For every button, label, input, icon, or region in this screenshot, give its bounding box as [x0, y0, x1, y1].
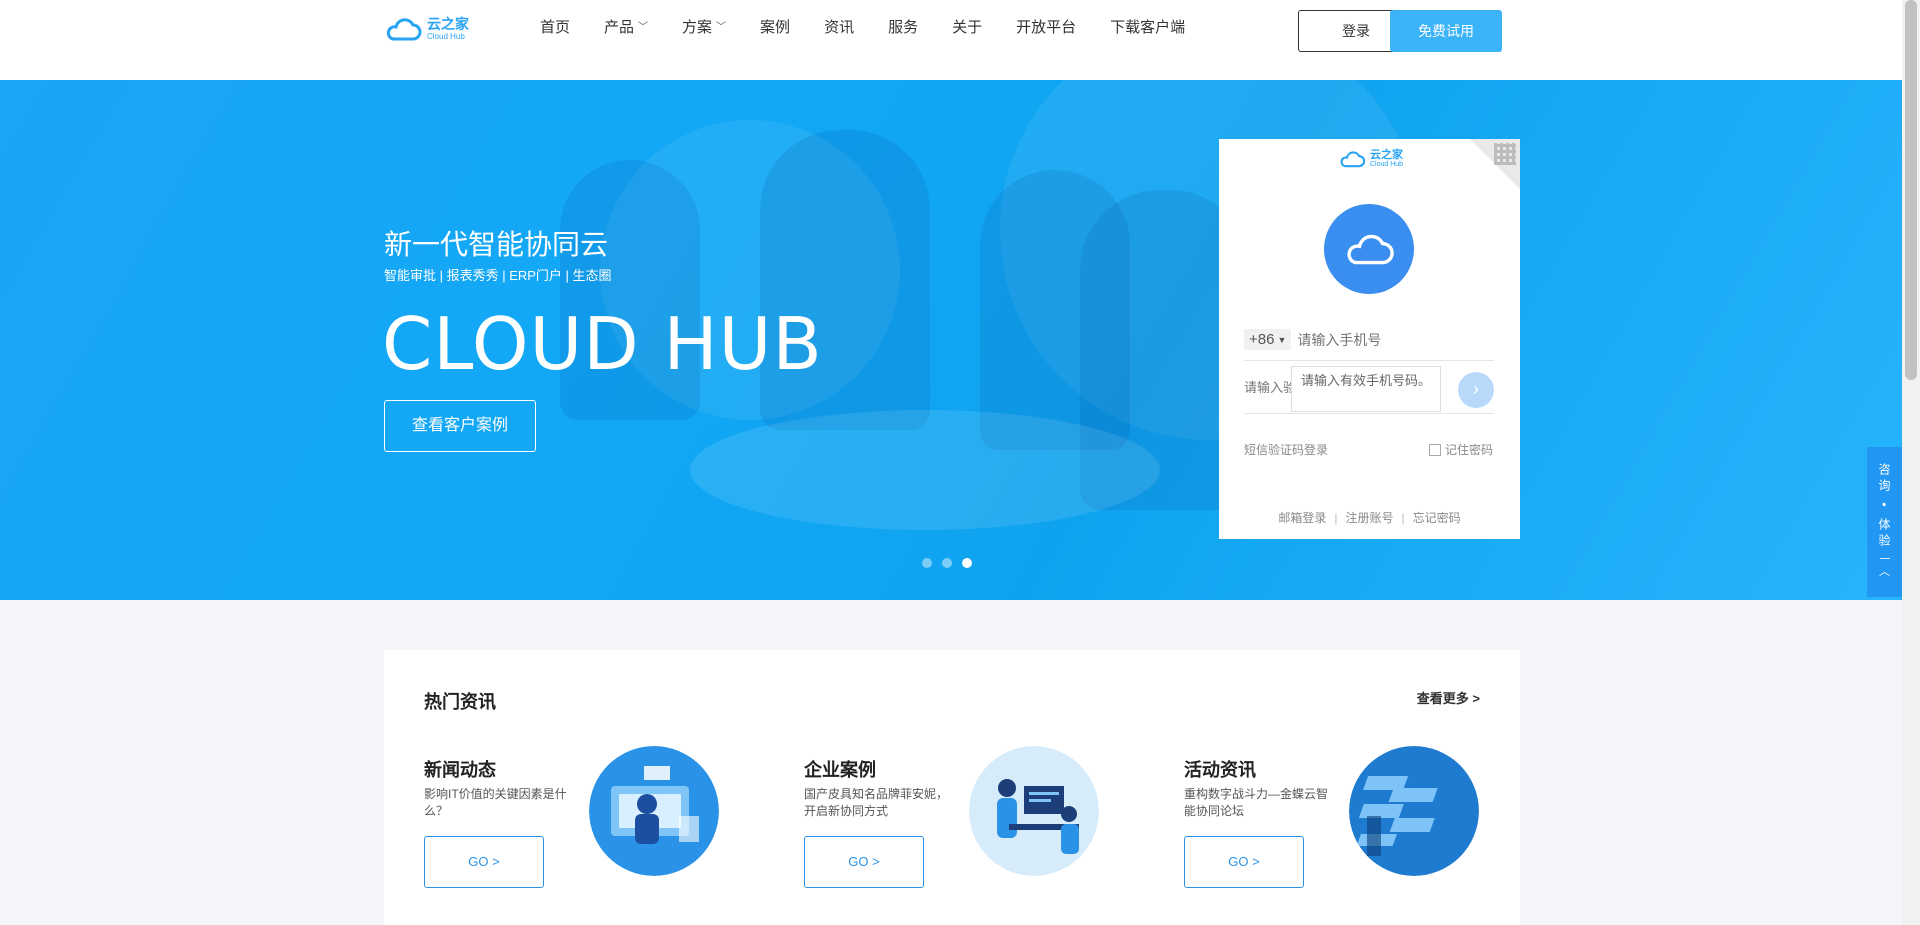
- sms-login-link[interactable]: 短信验证码登录: [1244, 441, 1328, 458]
- news-card: 企业案例 国产皮具知名品牌菲安妮，开启新协同方式 GO >: [804, 746, 1124, 896]
- event-illustration-image: [1349, 746, 1479, 876]
- go-button[interactable]: GO >: [804, 836, 924, 888]
- section-title: 热门资讯: [424, 692, 496, 712]
- news-card: 新闻动态 影响IT价值的关键因素是什么？ GO >: [424, 746, 744, 896]
- caret-down-icon: ▼: [1277, 334, 1287, 345]
- hero-tags: 智能审批 | 报表秀秀 | ERP门户 | 生态圈: [384, 268, 612, 283]
- hero-headline: CLOUD HUB: [382, 302, 823, 386]
- brand-logo[interactable]: 云之家 Cloud Hub: [383, 14, 473, 44]
- phone-row: +86 ▼: [1244, 319, 1494, 361]
- nav-item-cases[interactable]: 案例: [760, 16, 790, 40]
- qr-login-toggle[interactable]: [1470, 139, 1520, 189]
- news-illustration-image: [589, 746, 719, 876]
- chevron-right-icon: ›: [1473, 379, 1479, 399]
- consult-float-button[interactable]: 咨询 • 体验 ︿: [1867, 447, 1902, 597]
- divider: [1879, 557, 1890, 559]
- main-nav: 首页 产品 ﹀ 方案 ﹀ 案例 资讯 服务 关于 开放平台 下载客户端: [540, 16, 1219, 40]
- site-header: 云之家 Cloud Hub 首页 产品 ﹀ 方案 ﹀ 案例 资讯 服务 关于 开放平…: [0, 0, 1902, 80]
- news-card-title: 活动资讯: [1184, 760, 1256, 780]
- cloud-icon: [1347, 234, 1394, 265]
- carousel-dots: [922, 558, 982, 568]
- qr-code-icon: [1494, 143, 1516, 165]
- nav-item-home[interactable]: 首页: [540, 16, 570, 40]
- hero-bg-table: [690, 410, 1160, 530]
- view-cases-button[interactable]: 查看客户案例: [384, 400, 536, 452]
- chevron-up-icon[interactable]: ︿: [1867, 563, 1902, 579]
- hot-news-section: 热门资讯 查看更多 > 新闻动态 影响IT价值的关键因素是什么？ GO > 企业…: [384, 650, 1520, 925]
- carousel-dot-1[interactable]: [922, 558, 932, 568]
- nav-item-news[interactable]: 资讯: [824, 16, 854, 40]
- nav-item-open-platform[interactable]: 开放平台: [1016, 16, 1076, 40]
- nav-label: 关于: [952, 19, 983, 36]
- brand-name-en: Cloud Hub: [427, 32, 465, 41]
- divider: |: [1334, 511, 1338, 525]
- carousel-dot-2[interactable]: [942, 558, 952, 568]
- view-more-link[interactable]: 查看更多 >: [1417, 688, 1480, 707]
- remember-checkbox[interactable]: [1429, 443, 1441, 456]
- register-link[interactable]: 注册账号: [1345, 511, 1393, 525]
- page-scrollbar[interactable]: [1902, 0, 1920, 925]
- submit-arrow-button[interactable]: ›: [1458, 372, 1494, 408]
- email-login-link[interactable]: 邮箱登录: [1278, 511, 1326, 525]
- nav-label: 首页: [540, 19, 571, 36]
- card-logo: 云之家 Cloud Hub: [1337, 149, 1403, 169]
- brand-name: 云之家: [427, 16, 469, 32]
- nav-item-about[interactable]: 关于: [952, 16, 982, 40]
- news-card-title: 企业案例: [804, 760, 876, 780]
- remember-password[interactable]: 记住密码: [1429, 441, 1493, 458]
- news-card: 活动资讯 重构数字战斗力—金蝶云智能协同论坛 GO >: [1184, 746, 1504, 896]
- cloud-logo-icon: [386, 18, 422, 41]
- go-button[interactable]: GO >: [1184, 836, 1304, 888]
- nav-label: 产品: [604, 19, 635, 36]
- remember-label: 记住密码: [1445, 443, 1494, 457]
- divider: |: [1401, 511, 1405, 525]
- chevron-down-icon: ﹀: [716, 22, 727, 33]
- nav-label: 开放平台: [1016, 19, 1077, 36]
- card-brand-name-en: Cloud Hub: [1370, 161, 1404, 168]
- case-illustration-image: [969, 746, 1099, 876]
- news-card-desc[interactable]: 重构数字战斗力—金蝶云智能协同论坛: [1184, 786, 1334, 820]
- free-trial-button[interactable]: 免费试用: [1390, 10, 1502, 52]
- code-row: 请输入有效手机号码。 ›: [1244, 364, 1494, 414]
- phone-input[interactable]: [1297, 331, 1478, 348]
- nav-label: 下载客户端: [1110, 19, 1186, 36]
- news-illustration: [589, 746, 719, 876]
- card-links: 邮箱登录 | 注册账号 | 忘记密码: [1219, 509, 1520, 526]
- scrollbar-thumb[interactable]: [1905, 0, 1917, 380]
- go-button[interactable]: GO >: [424, 836, 544, 888]
- news-card-title: 新闻动态: [424, 760, 496, 780]
- nav-item-download[interactable]: 下载客户端: [1110, 16, 1185, 40]
- consult-label: 咨询 • 体验: [1877, 463, 1891, 550]
- carousel-dot-3[interactable]: [962, 558, 972, 568]
- validation-tooltip: 请输入有效手机号码。: [1291, 366, 1441, 412]
- hero-subtitle: 新一代智能协同云: [384, 229, 609, 260]
- news-card-desc[interactable]: 国产皮具知名品牌菲安妮，开启新协同方式: [804, 786, 954, 820]
- nav-label: 案例: [760, 19, 791, 36]
- country-code: +86: [1249, 331, 1275, 348]
- hero-banner: 新一代智能协同云 智能审批 | 报表秀秀 | ERP门户 | 生态圈 CLOUD…: [0, 80, 1902, 600]
- login-card: 云之家 Cloud Hub +86▼ 请输入有效手机号码。 › 短信验证码登录 …: [1219, 139, 1520, 539]
- case-illustration: [969, 746, 1099, 876]
- nav-item-products[interactable]: 产品 ﹀: [604, 16, 648, 40]
- avatar: [1324, 204, 1414, 294]
- cloud-logo-icon: [1340, 151, 1366, 168]
- news-card-desc[interactable]: 影响IT价值的关键因素是什么？: [424, 786, 574, 820]
- nav-label: 方案: [682, 19, 713, 36]
- nav-item-solutions[interactable]: 方案 ﹀: [682, 16, 726, 40]
- event-illustration: [1349, 746, 1479, 876]
- chevron-down-icon: ﹀: [638, 22, 649, 33]
- forgot-password-link[interactable]: 忘记密码: [1413, 511, 1461, 525]
- country-code-select[interactable]: +86 ▼: [1244, 329, 1292, 350]
- nav-label: 服务: [888, 19, 919, 36]
- nav-label: 资讯: [824, 19, 855, 36]
- nav-item-service[interactable]: 服务: [888, 16, 918, 40]
- card-brand-name: 云之家: [1370, 149, 1403, 161]
